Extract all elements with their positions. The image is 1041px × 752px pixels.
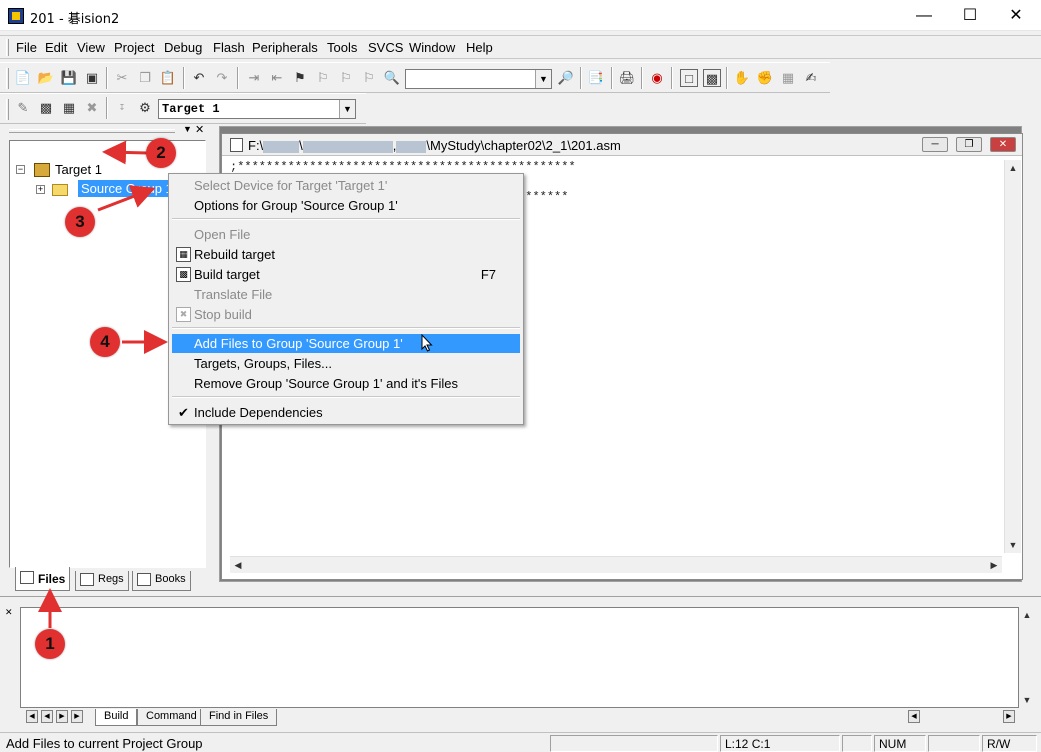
arrow-2: [102, 140, 149, 165]
annotation-badge-1: 1: [35, 629, 65, 659]
arrow-3: [97, 185, 156, 212]
annotation-badge-3: 3: [65, 207, 95, 237]
annotation-arrows: [38, 140, 168, 628]
annotation-badge-4: 4: [90, 327, 120, 357]
annotation-badge-2: 2: [146, 138, 176, 168]
